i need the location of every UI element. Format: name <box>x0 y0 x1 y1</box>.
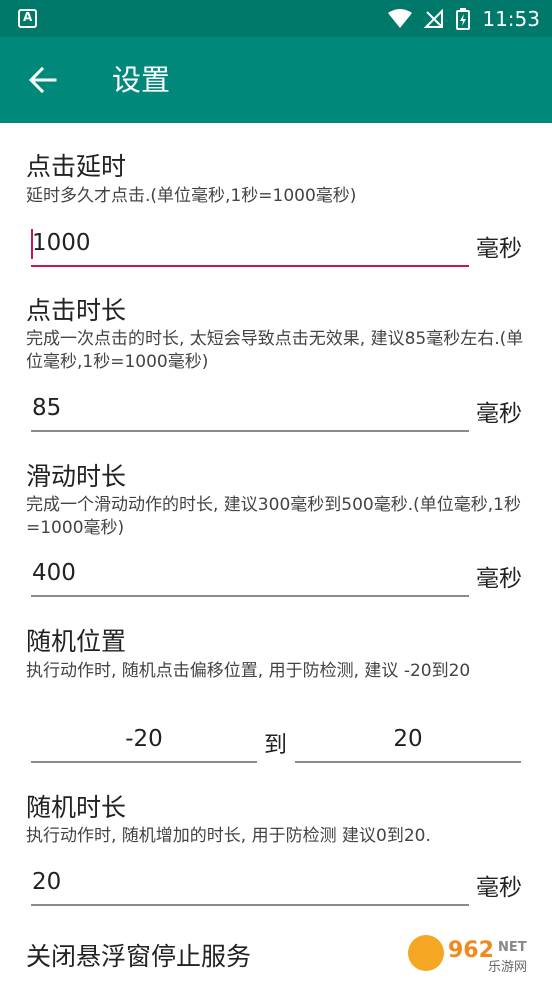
click-delay-input[interactable] <box>31 221 469 267</box>
back-button[interactable] <box>22 59 64 101</box>
watermark-sub: 乐游网 <box>488 960 527 975</box>
random-duration-title: 随机时长 <box>26 793 127 822</box>
status-time: 11:53 <box>482 6 540 31</box>
click-duration-desc: 完成一次点击的时长, 太短会导致点击无效果, 建议85毫秒左右.(单位毫秒,1秒… <box>26 329 524 372</box>
click-duration-input[interactable] <box>31 386 469 432</box>
random-position-max-input[interactable] <box>295 717 521 763</box>
random-position-min-input[interactable] <box>31 717 257 763</box>
status-bar: 11:53 <box>0 0 552 37</box>
back-arrow-icon <box>29 67 57 93</box>
random-position-desc: 执行动作时, 随机点击偏移位置, 用于防检测, 建议 -20到20 <box>26 661 471 681</box>
click-delay-title: 点击延时 <box>26 152 127 181</box>
random-duration-input[interactable] <box>31 860 469 906</box>
status-icons: 11:53 <box>388 0 540 37</box>
click-duration-title: 点击时长 <box>26 296 127 325</box>
watermark-suffix: NET <box>498 940 527 955</box>
close-float-stop-service-button[interactable]: 关闭悬浮窗停止服务 <box>26 937 251 973</box>
click-delay-unit: 毫秒 <box>476 236 522 262</box>
click-duration-unit: 毫秒 <box>476 401 522 427</box>
click-delay-desc: 延时多久才点击.(单位毫秒,1秒=1000毫秒) <box>26 186 357 206</box>
swipe-duration-desc: 完成一个滑动动作的时长, 建议300毫秒到500毫秒.(单位毫秒,1秒=1000… <box>26 495 521 538</box>
page-title: 设置 <box>112 63 171 97</box>
range-to-label: 到 <box>264 732 287 758</box>
battery-charging-icon <box>456 7 471 30</box>
app-notification-icon <box>18 9 37 28</box>
swipe-duration-unit: 毫秒 <box>476 566 522 592</box>
wifi-icon <box>388 8 413 28</box>
app-bar: 设置 <box>0 37 552 123</box>
swipe-duration-input[interactable] <box>31 551 469 597</box>
random-duration-desc: 执行动作时, 随机增加的时长, 用于防检测 建议0到20. <box>26 826 431 846</box>
random-position-title: 随机位置 <box>26 627 127 656</box>
no-signal-icon <box>424 8 444 28</box>
random-duration-unit: 毫秒 <box>476 875 522 901</box>
watermark-logo: 962 NET 乐游网 <box>406 931 546 975</box>
text-cursor <box>31 229 33 259</box>
swipe-duration-title: 滑动时长 <box>26 462 127 491</box>
